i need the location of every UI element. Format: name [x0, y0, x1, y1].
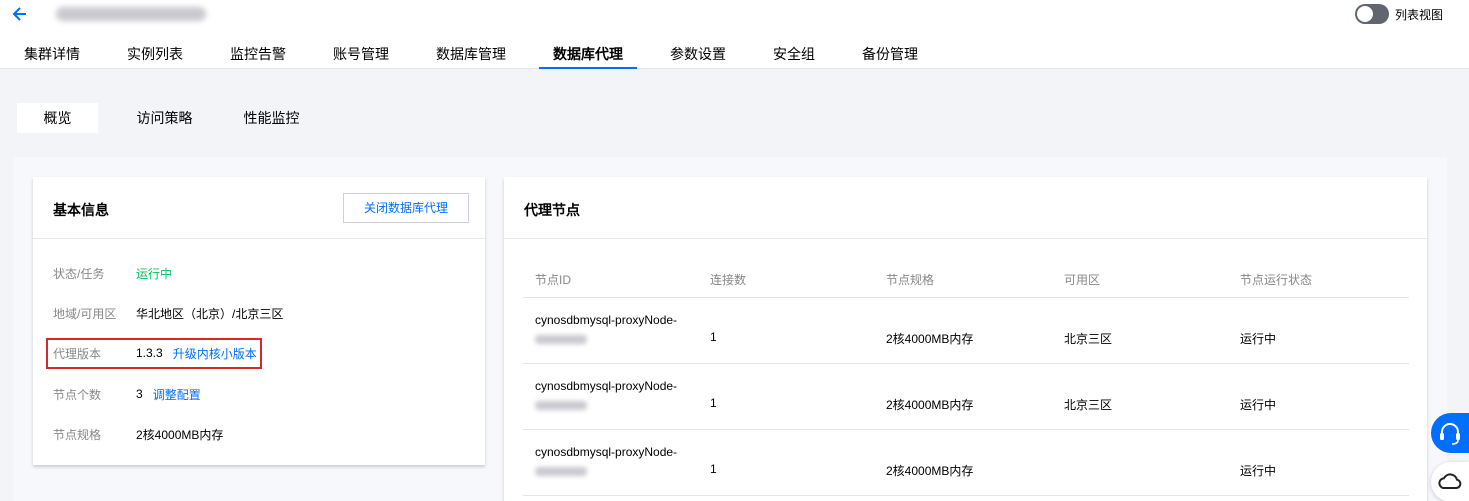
table-row: cynosdbmysql-proxyNode- 1 2核4000MB内存 北京三… — [523, 364, 1409, 430]
col-node-id: 节点ID — [535, 273, 572, 287]
proxy-nodes-table: 节点ID 连接数 节点规格 可用区 节点运行状态 cynosdbmysql-pr… — [523, 259, 1409, 496]
subtab-access-policy[interactable]: 访问策略 — [124, 103, 205, 133]
subtab-overview[interactable]: 概览 — [17, 103, 98, 133]
toggle-switch[interactable] — [1354, 4, 1389, 24]
tab-security-group[interactable]: 安全组 — [759, 40, 829, 69]
tab-monitoring[interactable]: 监控告警 — [216, 40, 300, 69]
tab-instance-list[interactable]: 实例列表 — [113, 40, 197, 69]
basic-info-title: 基本信息 — [53, 202, 109, 218]
table-header: 节点ID 连接数 节点规格 可用区 节点运行状态 — [523, 259, 1409, 298]
node-id: cynosdbmysql-proxyNode- — [535, 313, 678, 327]
status-badge: 运行中 — [1240, 332, 1277, 346]
proxy-nodes-card: 代理节点 节点ID 连接数 节点规格 可用区 节点运行状态 cynosdbmys… — [504, 177, 1427, 501]
highlight-box — [46, 338, 262, 369]
region-value: 华北地区（北京）/北京三区 — [136, 306, 284, 321]
status-badge: 运行中 — [136, 266, 173, 281]
subtab-performance[interactable]: 性能监控 — [231, 103, 312, 133]
status-row: 状态/任务 运行中 — [53, 266, 173, 281]
status-badge: 运行中 — [1240, 398, 1277, 412]
table-row: cynosdbmysql-proxyNode- 1 2核4000MB内存 北京三… — [523, 298, 1409, 364]
basic-info-card: 基本信息 关闭数据库代理 状态/任务 运行中 地域/可用区 华北地区（北京）/北… — [33, 177, 485, 465]
node-spec-value: 2核4000MB内存 — [136, 427, 224, 442]
list-view-toggle[interactable]: 列表视图 — [1354, 4, 1443, 24]
tab-cluster-detail[interactable]: 集群详情 — [10, 40, 94, 69]
node-count-value: 3 — [136, 387, 143, 401]
cloud-icon — [1438, 473, 1462, 489]
tab-parameters[interactable]: 参数设置 — [656, 40, 740, 69]
proxy-nodes-title: 代理节点 — [524, 202, 580, 218]
node-spec-row: 节点规格 2核4000MB内存 — [53, 427, 224, 442]
cluster-name-redacted — [56, 7, 206, 21]
node-id-redacted — [535, 335, 587, 344]
node-id-redacted — [535, 401, 587, 410]
top-bar: 列表视图 集群详情 实例列表 监控告警 账号管理 数据库管理 数据库代理 参数设… — [0, 0, 1469, 69]
tab-database-proxy[interactable]: 数据库代理 — [539, 40, 637, 69]
main-tabs: 集群详情 实例列表 监控告警 账号管理 数据库管理 数据库代理 参数设置 安全组… — [10, 40, 951, 69]
cloud-assistant-button[interactable] — [1431, 462, 1469, 501]
region-row: 地域/可用区 华北地区（北京）/北京三区 — [53, 306, 284, 321]
tab-backup[interactable]: 备份管理 — [848, 40, 932, 69]
sub-tabs: 概览 访问策略 性能监控 — [17, 103, 338, 133]
node-count-row: 节点个数 3 调整配置 — [53, 386, 201, 403]
table-row: cynosdbmysql-proxyNode- 1 2核4000MB内存 运行中 — [523, 430, 1409, 496]
node-id-redacted — [535, 467, 587, 476]
node-id: cynosdbmysql-proxyNode- — [535, 379, 678, 393]
col-status: 节点运行状态 — [1240, 273, 1313, 287]
support-button[interactable] — [1431, 413, 1469, 453]
list-view-label: 列表视图 — [1394, 7, 1443, 22]
adjust-config-link[interactable]: 调整配置 — [153, 386, 201, 403]
headset-icon — [1440, 423, 1460, 445]
col-spec: 节点规格 — [886, 273, 935, 287]
close-proxy-button[interactable]: 关闭数据库代理 — [343, 193, 469, 223]
col-zone: 可用区 — [1064, 273, 1101, 287]
tab-database-management[interactable]: 数据库管理 — [422, 40, 520, 69]
col-connections: 连接数 — [710, 273, 747, 287]
status-badge: 运行中 — [1240, 464, 1277, 478]
tab-accounts[interactable]: 账号管理 — [319, 40, 403, 69]
node-id: cynosdbmysql-proxyNode- — [535, 445, 678, 459]
arrow-left-icon[interactable] — [10, 4, 30, 24]
